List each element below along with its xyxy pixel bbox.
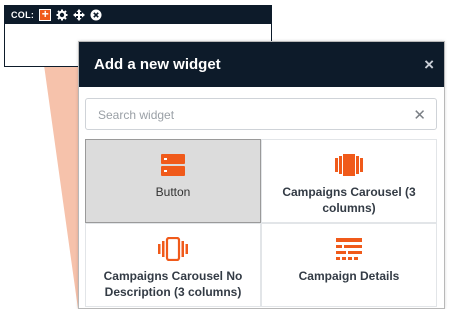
widget-label: Campaign Details [298,269,400,283]
carousel-no-description-icon [158,236,188,262]
widget-label: Campaigns Carousel No Description (3 col… [103,269,243,299]
modal-header: Add a new widget × [79,42,444,87]
widget-label: Campaigns Carousel (3 columns) [282,185,416,215]
carousel-icon [335,152,363,178]
widget-tile-campaigns-carousel[interactable]: Campaigns Carousel (3 columns) [261,139,437,223]
column-toolbar: COL: + [5,6,271,24]
close-icon[interactable]: × [424,56,434,73]
close-icon[interactable] [90,9,102,21]
search-input[interactable] [96,99,400,131]
modal-title: Add a new widget [94,56,221,73]
widget-label: Button [155,185,191,199]
widget-tile-campaign-details[interactable]: Campaign Details [261,223,437,307]
campaign-details-icon [335,236,363,262]
gear-icon[interactable] [56,9,68,21]
search-field: ✕ [85,98,437,131]
widget-tile-button[interactable]: Button [85,139,261,223]
add-widget-modal: Add a new widget × ✕ Button [78,41,445,309]
column-label: COL: [11,10,35,20]
button-widget-icon [160,152,186,178]
widget-grid: Button Campaigns Carousel (3 columns) Ca… [85,139,437,307]
widget-tile-campaigns-carousel-no-description[interactable]: Campaigns Carousel No Description (3 col… [85,223,261,307]
add-icon[interactable]: + [39,8,52,21]
clear-search-icon[interactable]: ✕ [413,106,426,124]
move-icon[interactable] [73,9,86,21]
